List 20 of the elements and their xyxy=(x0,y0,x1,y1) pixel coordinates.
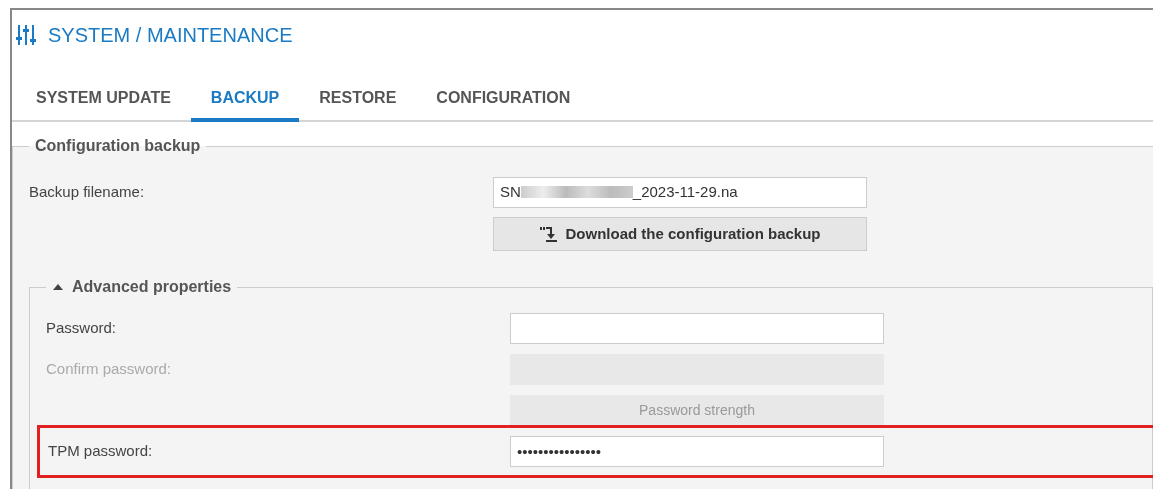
filename-field[interactable]: SN _2023-11-29.na xyxy=(493,176,867,208)
filename-text: _2023-11-29.na xyxy=(632,181,738,202)
strength-meter: Password strength xyxy=(510,395,884,426)
field-label: TPM password: xyxy=(48,441,154,462)
field-label: Backup filename: xyxy=(29,181,146,202)
field-label: Confirm password: xyxy=(46,359,173,380)
input-field[interactable]: •••••••••••••••• xyxy=(510,436,884,467)
tab[interactable]: RESTORE xyxy=(299,78,417,122)
section-legend: Configuration backup xyxy=(29,138,207,154)
sliders-icon xyxy=(16,24,38,46)
download-button[interactable]: Download the configuration backup xyxy=(493,217,867,251)
section-legend: Advanced properties xyxy=(72,279,232,295)
tab[interactable]: SYSTEM UPDATE xyxy=(16,78,191,122)
filename-text: SN xyxy=(500,181,521,202)
page-title: SYSTEM / MAINTENANCE xyxy=(48,23,293,48)
input-field[interactable] xyxy=(510,313,884,344)
tab[interactable]: CONFIGURATION xyxy=(416,78,591,122)
tab[interactable]: BACKUP xyxy=(190,78,300,122)
field-label: Password: xyxy=(46,318,118,339)
download-icon xyxy=(539,226,560,242)
